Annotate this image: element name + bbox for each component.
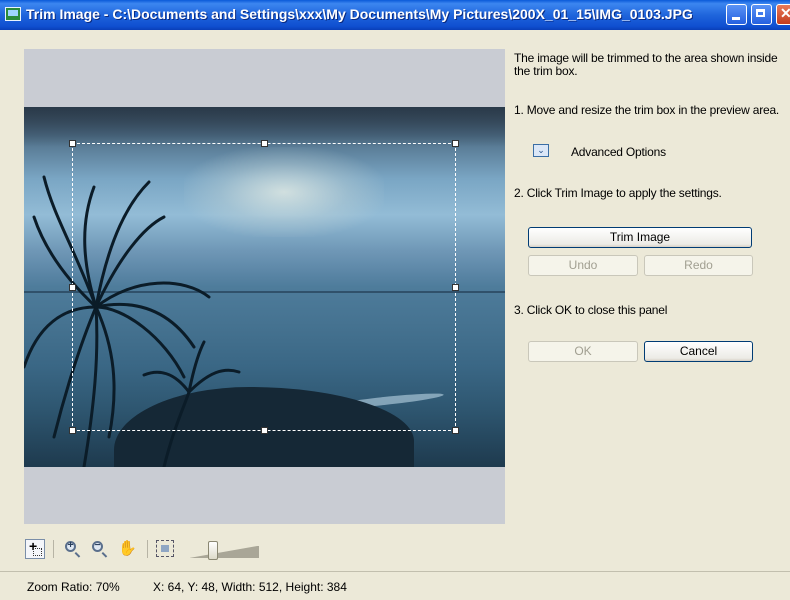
step-3-text: 3. Click OK to close this panel <box>514 303 668 317</box>
title-bar[interactable]: Trim Image - C:\Documents and Settings\x… <box>0 0 790 30</box>
app-image-icon <box>5 7 21 21</box>
expand-chevron-icon[interactable]: ⌄ <box>533 144 549 157</box>
cancel-button[interactable]: Cancel <box>644 341 753 362</box>
zoom-slider-track[interactable] <box>190 546 259 558</box>
trim-coordinates-text: X: 64, Y: 48, Width: 512, Height: 384 <box>153 580 347 594</box>
hand-pan-icon[interactable]: ✋ <box>118 539 137 557</box>
close-button[interactable] <box>776 4 790 25</box>
minimize-button[interactable] <box>726 4 747 25</box>
zoom-in-icon[interactable]: + <box>65 540 76 552</box>
zoom-ratio-text: Zoom Ratio: 70% <box>27 580 120 594</box>
undo-button[interactable]: Undo <box>528 255 638 276</box>
trim-handle-bottom[interactable] <box>261 427 268 434</box>
intro-text: The image will be trimmed to the area sh… <box>514 51 778 78</box>
toolbar-separator <box>147 540 148 558</box>
zoom-out-icon[interactable]: − <box>92 540 103 552</box>
trim-tool-icon[interactable] <box>25 538 45 559</box>
redo-button[interactable]: Redo <box>644 255 753 276</box>
zoom-slider-thumb[interactable] <box>207 541 218 560</box>
advanced-options-label[interactable]: Advanced Options <box>571 145 666 159</box>
zoom-in-symbol: + <box>67 540 74 551</box>
step-2-text: 2. Click Trim Image to apply the setting… <box>514 186 722 200</box>
zoom-out-symbol: − <box>94 540 101 551</box>
fit-to-window-icon[interactable] <box>156 540 174 557</box>
trim-handle-top-right[interactable] <box>452 140 459 147</box>
trim-handle-bottom-left[interactable] <box>69 427 76 434</box>
trim-handle-bottom-right[interactable] <box>452 427 459 434</box>
maximize-button[interactable] <box>751 4 772 25</box>
trim-box[interactable] <box>69 140 459 434</box>
trim-handle-right[interactable] <box>452 284 459 291</box>
trim-handle-left[interactable] <box>69 284 76 291</box>
trim-handle-top[interactable] <box>261 140 268 147</box>
toolbar-separator <box>53 540 54 558</box>
step-1-text: 1. Move and resize the trim box in the p… <box>514 103 780 117</box>
trim-image-button[interactable]: Trim Image <box>528 227 752 248</box>
ok-button[interactable]: OK <box>528 341 638 362</box>
window-title: Trim Image - C:\Documents and Settings\x… <box>26 6 693 22</box>
status-divider <box>0 571 790 572</box>
trim-handle-top-left[interactable] <box>69 140 76 147</box>
